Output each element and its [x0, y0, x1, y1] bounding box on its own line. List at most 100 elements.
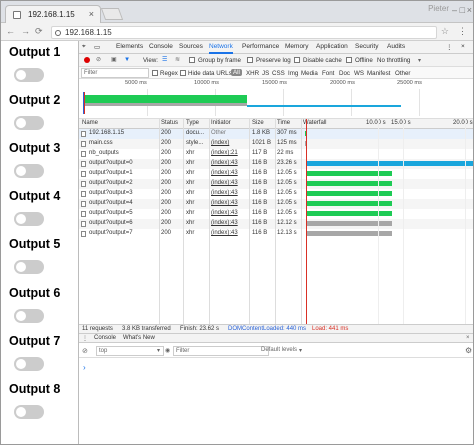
column-initiator[interactable]: Initiator — [211, 120, 231, 126]
request-initiator[interactable]: (index):21 — [211, 150, 238, 156]
hide-data-urls-checkbox[interactable] — [180, 70, 186, 76]
output-toggle[interactable] — [14, 357, 44, 371]
tab-application[interactable]: Application — [316, 43, 348, 50]
table-row[interactable]: output?output=2 200 xhr (index):43 116 B 12.0… — [79, 179, 473, 189]
filter-input[interactable]: Filter — [81, 68, 149, 78]
output-toggle[interactable] — [14, 309, 44, 323]
table-row[interactable]: output?output=0 200 xhr (index):43 116 B 23.2… — [79, 159, 473, 169]
back-icon[interactable]: ← — [6, 26, 15, 36]
output-toggle[interactable] — [14, 260, 44, 274]
output-toggle[interactable] — [14, 68, 44, 82]
offline-checkbox[interactable] — [346, 57, 352, 63]
console-filter-input[interactable]: Filter — [173, 346, 269, 356]
table-row[interactable]: output?output=7 200 xhr (index):43 116 B 12.1… — [79, 229, 473, 239]
browser-tab[interactable]: 192.168.1.15 × — [5, 5, 101, 23]
console-prompt-icon[interactable]: › — [83, 363, 86, 372]
column-name[interactable]: Name — [82, 120, 98, 126]
request-initiator[interactable]: (index):43 — [211, 180, 238, 186]
chevron-down-icon[interactable]: ▾ — [157, 347, 160, 354]
output-toggle[interactable] — [14, 405, 44, 419]
clear-icon[interactable]: ⊘ — [96, 56, 101, 63]
filter-type-js[interactable]: JS — [262, 70, 269, 77]
column-size[interactable]: Size — [252, 120, 264, 126]
filter-type-media[interactable]: Media — [301, 70, 318, 77]
request-initiator[interactable]: (index):43 — [211, 170, 238, 176]
filter-type-all[interactable]: All — [231, 69, 242, 76]
waterfall-view-icon[interactable]: ≋ — [175, 56, 180, 63]
clear-console-icon[interactable]: ⊘ — [82, 347, 88, 355]
menu-icon[interactable]: ⋮ — [458, 26, 467, 37]
table-row[interactable]: nb_outputs 200 xhr (index):21 117 B 22 ms — [79, 149, 473, 159]
minimize-icon[interactable]: – — [452, 5, 457, 15]
request-initiator[interactable]: (index) — [211, 140, 229, 146]
output-toggle[interactable] — [14, 164, 44, 178]
levels-select[interactable]: Default levels — [261, 347, 297, 353]
filter-type-ws[interactable]: WS — [354, 70, 364, 77]
filter-type-font[interactable]: Font — [322, 70, 334, 77]
address-bar[interactable]: 192.168.1.15 — [51, 26, 437, 39]
regex-checkbox[interactable] — [152, 70, 158, 76]
table-row[interactable]: output?output=5 200 xhr (index):43 116 B 12.0… — [79, 209, 473, 219]
drawer-menu-icon[interactable]: ⋮ — [82, 335, 88, 342]
tab-sources[interactable]: Sources — [179, 43, 203, 50]
output-toggle[interactable] — [14, 116, 44, 130]
request-initiator[interactable]: (index):43 — [211, 200, 238, 206]
request-initiator[interactable]: (index):43 — [211, 210, 238, 216]
tab-console-drawer[interactable]: Console — [94, 335, 116, 341]
table-row[interactable]: main.css 200 style... (index) 1021 B 125 ms — [79, 139, 473, 149]
table-row[interactable]: output?output=3 200 xhr (index):43 116 B 12.0… — [79, 189, 473, 199]
filter-type-css[interactable]: CSS — [272, 70, 285, 77]
list-view-icon[interactable]: ☰ — [162, 56, 168, 63]
camera-icon[interactable]: ▣ — [111, 56, 117, 63]
chevron-down-icon[interactable]: ▾ — [299, 347, 302, 354]
tab-network[interactable]: Network — [209, 43, 233, 54]
disable-cache-checkbox[interactable] — [294, 57, 300, 63]
filter-type-xhr[interactable]: XHR — [246, 70, 259, 77]
bookmark-star-icon[interactable]: ☆ — [441, 26, 449, 37]
close-devtools-icon[interactable]: × — [461, 43, 465, 50]
filter-type-img[interactable]: Img — [288, 70, 298, 77]
reload-icon[interactable]: ⟳ — [35, 26, 43, 37]
request-initiator[interactable]: (index):43 — [211, 190, 238, 196]
throttling-select[interactable]: No throttling — [377, 57, 410, 64]
eye-icon[interactable]: ◉ — [165, 347, 170, 354]
column-type[interactable]: Type — [186, 120, 199, 126]
inspect-icon[interactable]: ⌖ — [82, 43, 86, 51]
tab-whats-new[interactable]: What's New — [123, 335, 155, 341]
tab-memory[interactable]: Memory — [285, 43, 308, 50]
chevron-down-icon[interactable]: ▾ — [418, 57, 421, 64]
device-toggle-icon[interactable]: ▭ — [94, 43, 100, 51]
filter-type-doc[interactable]: Doc — [339, 70, 350, 77]
table-row[interactable]: output?output=1 200 xhr (index):43 116 B 12.0… — [79, 169, 473, 179]
profile-name[interactable]: Pieter — [428, 4, 449, 13]
devtools-menu-icon[interactable]: ⋮ — [446, 43, 453, 51]
close-window-icon[interactable]: × — [467, 5, 472, 15]
request-initiator[interactable]: (index):43 — [211, 220, 238, 226]
request-initiator[interactable]: (index):43 — [211, 230, 238, 236]
filter-type-manifest[interactable]: Manifest — [367, 70, 390, 77]
filter-icon[interactable]: ▼ — [124, 56, 130, 63]
preserve-log-checkbox[interactable] — [247, 57, 253, 63]
gear-icon[interactable]: ⚙ — [465, 346, 472, 355]
column-status[interactable]: Status — [161, 120, 178, 126]
network-overview[interactable]: 5000 ms 10000 ms 15000 ms 20000 ms 25000… — [79, 79, 473, 119]
table-row[interactable]: output?output=4 200 xhr (index):43 116 B 12.0… — [79, 199, 473, 209]
filter-type-other[interactable]: Other — [395, 70, 410, 77]
tab-console[interactable]: Console — [149, 43, 173, 50]
table-row[interactable]: output?output=6 200 xhr (index):43 116 B 12.1… — [79, 219, 473, 229]
close-drawer-icon[interactable]: × — [466, 335, 470, 341]
tab-performance[interactable]: Performance — [242, 43, 279, 50]
table-row[interactable]: 192.168.1.15 200 docu... Other 1.8 KB 307 ms — [79, 129, 473, 139]
close-tab-icon[interactable]: × — [89, 9, 94, 19]
tab-security[interactable]: Security — [355, 43, 378, 50]
context-select[interactable]: top — [96, 346, 164, 356]
record-icon[interactable] — [84, 57, 90, 63]
maximize-icon[interactable]: □ — [460, 5, 465, 15]
request-initiator[interactable]: (index):43 — [211, 160, 238, 166]
group-by-frame-checkbox[interactable] — [189, 57, 195, 63]
tab-elements[interactable]: Elements — [116, 43, 143, 50]
tab-audits[interactable]: Audits — [387, 43, 405, 50]
new-tab-button[interactable] — [100, 8, 124, 20]
column-time[interactable]: Time — [277, 120, 290, 126]
output-toggle[interactable] — [14, 212, 44, 226]
